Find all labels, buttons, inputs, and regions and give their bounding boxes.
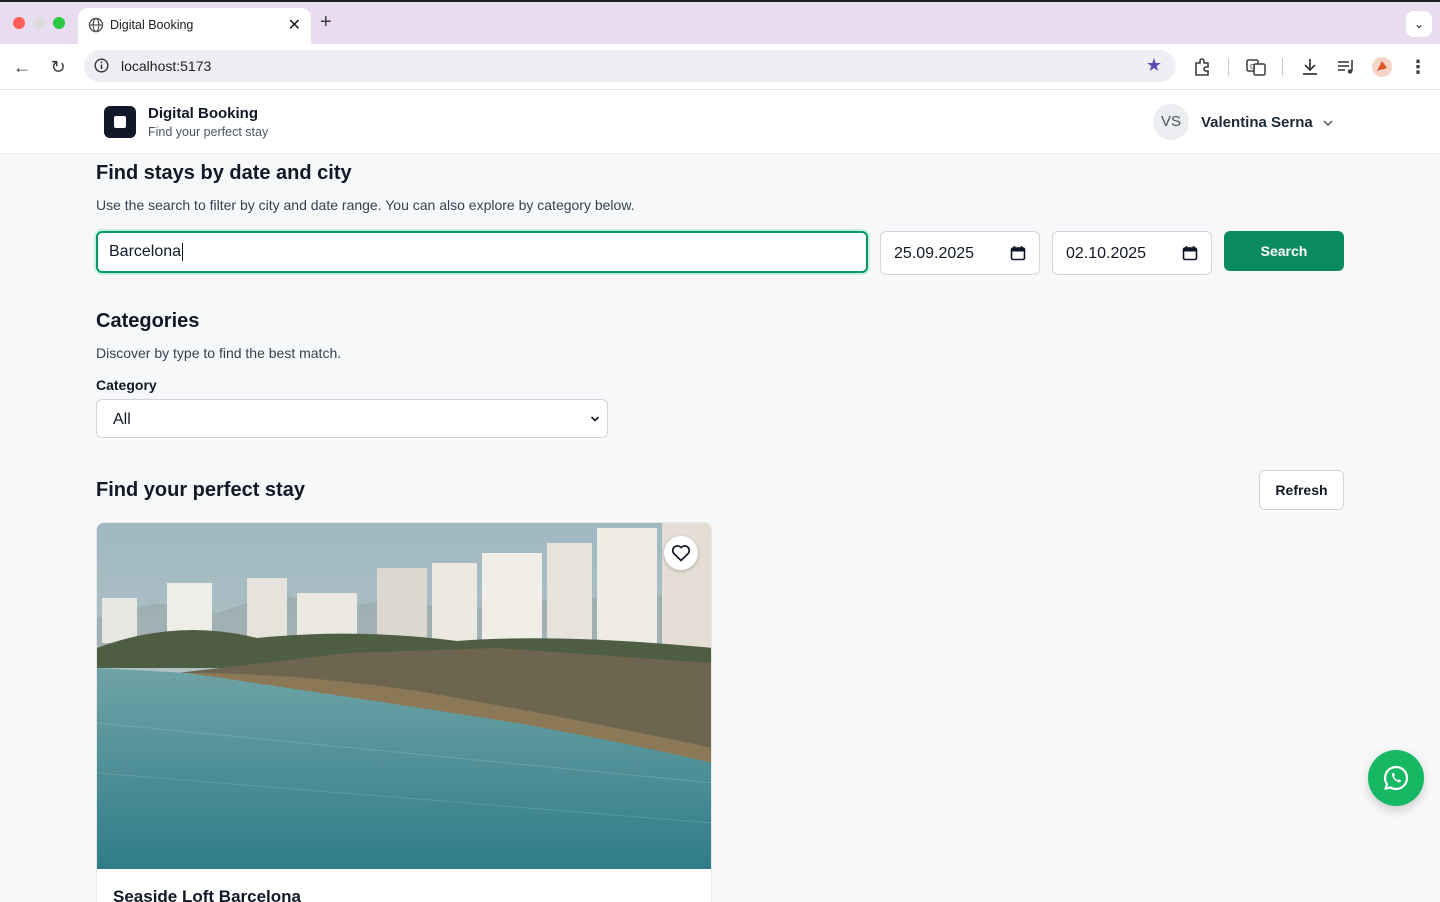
listing-card[interactable]: Seaside Loft Barcelona <box>96 522 712 902</box>
user-name[interactable]: Valentina Serna <box>1201 114 1313 131</box>
chevron-down-icon <box>590 416 600 422</box>
favorite-button[interactable] <box>664 536 698 570</box>
media-control-icon[interactable] <box>1335 56 1357 78</box>
url-text: localhost:5173 <box>121 58 212 74</box>
svg-text:G: G <box>1250 63 1255 71</box>
tab-search-chevron-icon[interactable]: ⌄ <box>1406 11 1432 37</box>
globe-icon <box>88 17 104 33</box>
profile-avatar-icon[interactable] <box>1371 56 1393 78</box>
reload-icon[interactable]: ↻ <box>46 55 70 79</box>
address-bar[interactable]: localhost:5173 ★ <box>84 50 1176 82</box>
category-selected-value: All <box>113 411 131 428</box>
listing-photo[interactable] <box>97 523 712 869</box>
listing-title[interactable]: Seaside Loft Barcelona <box>113 887 301 902</box>
search-section-subtitle: Use the search to filter by city and dat… <box>96 197 635 213</box>
whatsapp-icon <box>1384 765 1409 791</box>
heart-icon <box>671 545 691 562</box>
tab-title: Digital Booking <box>110 18 194 32</box>
bookmark-star-icon[interactable]: ★ <box>1146 55 1162 76</box>
new-tab-icon[interactable]: + <box>320 11 332 34</box>
category-label: Category <box>96 377 157 393</box>
browser-tab[interactable]: Digital Booking ✕ <box>78 8 311 46</box>
toolbar-divider <box>1228 58 1229 76</box>
browser-menu-icon[interactable]: ⋮ <box>1406 55 1430 79</box>
city-search-input[interactable]: Barcelona <box>96 231 868 273</box>
categories-title: Categories <box>96 310 200 332</box>
app-logo[interactable] <box>104 106 136 138</box>
check-in-value: 25.09.2025 <box>894 245 975 262</box>
refresh-button[interactable]: Refresh <box>1259 470 1344 510</box>
window-close-button[interactable] <box>13 17 25 29</box>
download-icon[interactable] <box>1299 56 1321 78</box>
window-minimize-button[interactable] <box>33 17 45 29</box>
close-tab-icon[interactable]: ✕ <box>288 15 301 35</box>
window-maximize-button[interactable] <box>53 17 65 29</box>
extensions-puzzle-icon[interactable] <box>1192 56 1214 78</box>
check-out-date-input[interactable]: 02.10.2025 <box>1052 231 1212 275</box>
brand-name[interactable]: Digital Booking <box>148 105 258 122</box>
city-input-value: Barcelona <box>109 243 182 260</box>
category-select[interactable]: All <box>96 399 608 438</box>
site-info-icon[interactable] <box>94 58 109 73</box>
search-button[interactable]: Search <box>1224 231 1344 271</box>
brand-tagline: Find your perfect stay <box>148 125 269 139</box>
calendar-icon[interactable] <box>1010 245 1026 261</box>
calendar-icon[interactable] <box>1182 245 1198 261</box>
check-out-value: 02.10.2025 <box>1066 245 1147 262</box>
text-caret <box>182 242 184 261</box>
back-arrow-icon[interactable]: ← <box>10 55 34 79</box>
search-section-title: Find stays by date and city <box>96 162 352 184</box>
app-header: Digital Booking Find your perfect stay V… <box>0 90 1440 154</box>
categories-subtitle: Discover by type to find the best match. <box>96 345 342 361</box>
check-in-date-input[interactable]: 25.09.2025 <box>880 231 1040 275</box>
toolbar-divider <box>1282 58 1283 76</box>
translate-icon[interactable]: G <box>1245 56 1267 78</box>
chevron-down-icon[interactable] <box>1321 116 1335 130</box>
listings-title: Find your perfect stay <box>96 479 305 501</box>
avatar[interactable]: VS <box>1153 104 1189 140</box>
browser-toolbar: ← ↻ localhost:5173 ★ G ⋮ <box>0 44 1440 90</box>
whatsapp-chat-button[interactable] <box>1368 750 1424 806</box>
browser-tab-bar: Digital Booking ✕ + ⌄ <box>0 0 1440 46</box>
